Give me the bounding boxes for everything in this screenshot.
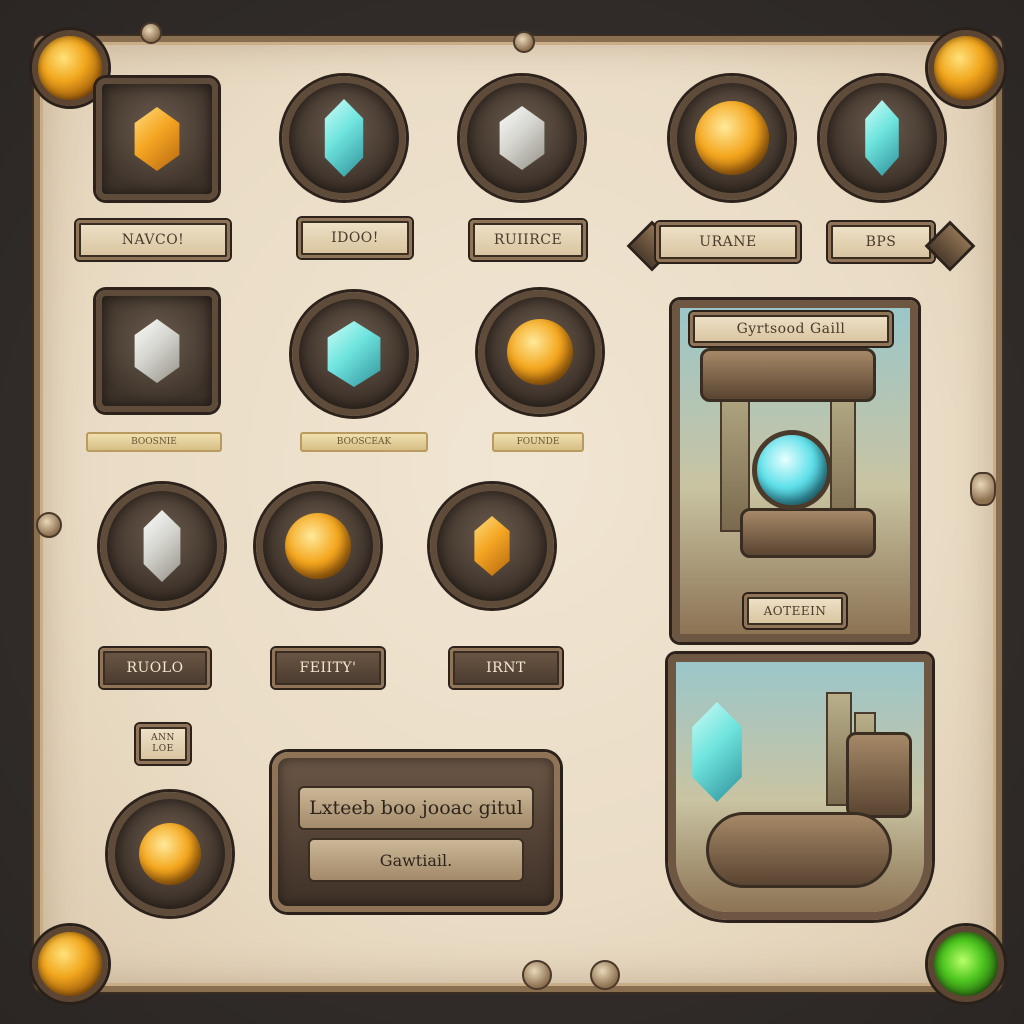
- scene-machine-pipe: [740, 508, 876, 558]
- card-footer-button[interactable]: AOTEEIN: [744, 594, 846, 628]
- amber-orb-icon: [507, 319, 573, 385]
- cyan-fire-crystal-icon: [327, 321, 381, 387]
- bolt-left: [36, 512, 62, 538]
- label-urane[interactable]: URANE: [656, 222, 800, 262]
- amber-crystal-icon: [134, 107, 180, 171]
- bolt-top-left: [140, 22, 162, 44]
- label-bps[interactable]: BPS: [828, 222, 934, 262]
- small-tag[interactable]: ANN LOE: [136, 724, 190, 764]
- scene-machine-top: [700, 348, 876, 402]
- bolt-bottom-right: [590, 960, 620, 990]
- clear-crystal-icon: [143, 510, 181, 582]
- cyan-crystal-icon: [865, 100, 899, 176]
- slot-9-clear-crystal[interactable]: [100, 484, 224, 608]
- clear-crystal-icon: [499, 106, 545, 170]
- cyan-crystal-icon: [324, 99, 364, 177]
- thin-label-2: BOOSCEAK: [300, 432, 428, 452]
- slot-8-amber-orb[interactable]: [478, 290, 602, 414]
- clear-crystal-icon: [134, 319, 180, 383]
- amber-crystal-icon: [474, 516, 510, 576]
- cyan-core-icon: [752, 430, 832, 510]
- label-ruiirce[interactable]: RUIIRCE: [470, 220, 586, 260]
- thin-label-3: FOUNDE: [492, 432, 584, 452]
- card-scene: [680, 308, 910, 634]
- card-scene-2: [676, 662, 924, 912]
- corner-gem-top-right: [928, 30, 1004, 106]
- slot-12-amber-orb[interactable]: [108, 792, 232, 916]
- slot-1-amber-crystal[interactable]: [96, 78, 218, 200]
- banner-line-2: Gawtiail.: [308, 838, 524, 882]
- slot-5-cyan-crystal[interactable]: [820, 76, 944, 200]
- scene-machine: [846, 732, 912, 818]
- banner-line-1: Lxteeb boo jooac gitul: [298, 786, 534, 830]
- scene-machine-base: [706, 812, 892, 888]
- slot-4-amber-orb[interactable]: [670, 76, 794, 200]
- cyan-potion-icon: [692, 702, 742, 802]
- label-irnt[interactable]: IRNT: [450, 648, 562, 688]
- corner-gem-bottom-right: [928, 926, 1004, 1002]
- card-title: Gyrtsood Gaill: [690, 312, 892, 346]
- slot-6-clear-crystal[interactable]: [96, 290, 218, 412]
- slot-11-amber-crystal[interactable]: [430, 484, 554, 608]
- label-feiity[interactable]: FEIITY': [272, 648, 384, 688]
- bolt-top: [513, 31, 535, 53]
- bolt-bottom-left: [522, 960, 552, 990]
- corner-gem-bottom-left: [32, 926, 108, 1002]
- label-navco[interactable]: NAVCO!: [76, 220, 230, 260]
- scene-card[interactable]: [668, 654, 932, 920]
- slot-3-clear-crystal[interactable]: [460, 76, 584, 200]
- message-banner: Lxteeb boo jooac gitul Gawtiail.: [272, 752, 560, 912]
- slot-7-cyan-fire-crystal[interactable]: [292, 292, 416, 416]
- location-card[interactable]: [672, 300, 918, 642]
- label-ruolo[interactable]: RUOLO: [100, 648, 210, 688]
- label-idoo[interactable]: IDOO!: [298, 218, 412, 258]
- bolt-right: [970, 472, 996, 506]
- slot-2-cyan-crystal[interactable]: [282, 76, 406, 200]
- thin-label-1: BOOSNIE: [86, 432, 222, 452]
- amber-orb-icon: [139, 823, 201, 885]
- amber-orb-icon: [285, 513, 351, 579]
- slot-10-amber-orb[interactable]: [256, 484, 380, 608]
- amber-orb-icon: [695, 101, 769, 175]
